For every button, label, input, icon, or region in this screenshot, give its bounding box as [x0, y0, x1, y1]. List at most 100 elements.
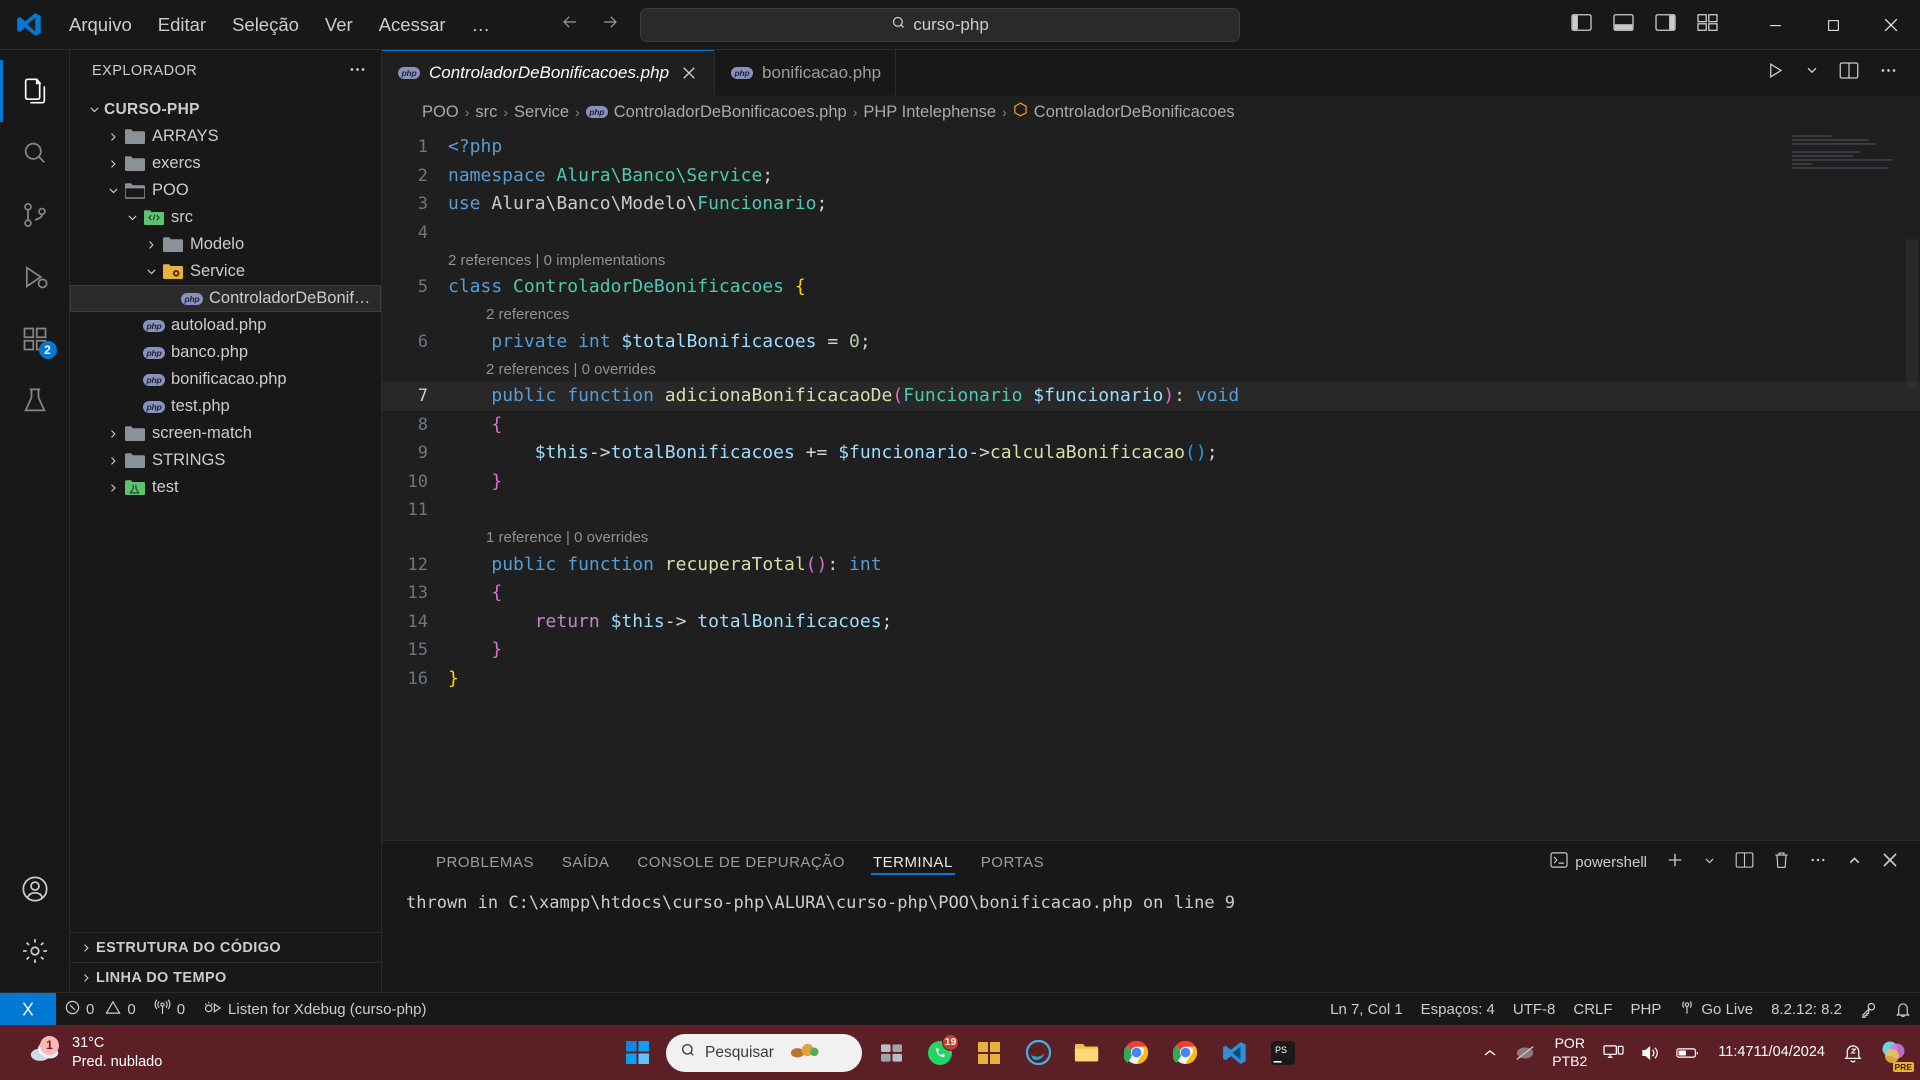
- add-terminal-icon[interactable]: [1666, 851, 1684, 873]
- tree-item-test[interactable]: test: [70, 474, 381, 501]
- maximize-button[interactable]: [1804, 0, 1862, 50]
- file-explorer-icon[interactable]: [1067, 1033, 1107, 1073]
- chevron-right-icon[interactable]: [103, 482, 123, 494]
- minimap[interactable]: [1792, 135, 1902, 183]
- panel-tab-portas[interactable]: PORTAS: [967, 841, 1058, 883]
- status-cursor-position[interactable]: Ln 7, Col 1: [1321, 993, 1412, 1026]
- code-line-11[interactable]: 11: [382, 496, 1920, 525]
- chevron-down-icon[interactable]: [141, 265, 161, 278]
- panel-tab-console-de-depuracao[interactable]: CONSOLE DE DEPURAÇÃO: [623, 841, 859, 883]
- vscode-taskbar-icon[interactable]: [1214, 1033, 1254, 1073]
- chrome-icon[interactable]: [1116, 1033, 1156, 1073]
- tree-item-autoload-php[interactable]: php autoload.php: [70, 312, 381, 339]
- tree-item-service[interactable]: Service: [70, 258, 381, 285]
- customize-layout-icon[interactable]: [1697, 13, 1718, 37]
- tree-root-curso-php[interactable]: CURSO-PHP: [70, 96, 381, 123]
- tree-item-poo[interactable]: POO: [70, 177, 381, 204]
- chevron-right-icon[interactable]: [103, 428, 123, 440]
- task-view-button[interactable]: [871, 1033, 911, 1073]
- status-ports[interactable]: 0: [145, 993, 194, 1026]
- breadcrumb-item-intelephense[interactable]: PHP Intelephense: [863, 103, 996, 122]
- tree-item-banco-php[interactable]: php banco.php: [70, 339, 381, 366]
- code-line-12[interactable]: 12 public function recuperaTotal(): int: [382, 551, 1920, 580]
- status-problems[interactable]: 0 0: [56, 993, 145, 1026]
- section-estrutura-do-codigo[interactable]: ESTRUTURA DO CÓDIGO: [70, 932, 381, 962]
- whatsapp-taskbar-icon[interactable]: 19: [920, 1033, 960, 1073]
- code-line-7[interactable]: 7 public function adicionaBonificacaoDe(…: [382, 382, 1920, 411]
- activity-item-extensions[interactable]: 2: [0, 308, 70, 370]
- command-search-bar[interactable]: curso-php: [640, 8, 1240, 42]
- phpstorm-icon[interactable]: PS: [1263, 1033, 1303, 1073]
- menu-acessar[interactable]: Acessar: [366, 9, 459, 41]
- code-lens[interactable]: 01 reference | 0 overrides: [382, 525, 1920, 551]
- breadcrumb-item-file[interactable]: ControladorDeBonificacoes.php: [614, 103, 847, 122]
- activity-item-search[interactable]: [0, 122, 70, 184]
- code-line-9[interactable]: 9 $this->totalBonificacoes += $funcionar…: [382, 439, 1920, 468]
- editor-tab-controladordebonificacoes[interactable]: php ControladorDeBonificacoes.php: [382, 50, 716, 95]
- activity-item-source-control[interactable]: [0, 184, 70, 246]
- chevron-right-icon[interactable]: [103, 131, 123, 143]
- menu-editar[interactable]: Editar: [145, 9, 219, 41]
- start-button[interactable]: [617, 1033, 657, 1073]
- tree-item-controladordebonif[interactable]: php ControladorDeBonif…: [70, 285, 381, 312]
- status-xdebug[interactable]: Listen for Xdebug (curso-php): [194, 993, 435, 1026]
- close-panel-icon[interactable]: [1882, 852, 1898, 872]
- code-line-8[interactable]: 8 {: [382, 411, 1920, 440]
- code-line-13[interactable]: 13 {: [382, 579, 1920, 608]
- breadcrumb-item-src[interactable]: src: [475, 103, 497, 122]
- menu-ver[interactable]: Ver: [312, 9, 366, 41]
- microsoft-store-icon[interactable]: [969, 1033, 1009, 1073]
- breadcrumb-item-service[interactable]: Service: [514, 103, 569, 122]
- more-actions-icon[interactable]: [1879, 61, 1898, 85]
- chevron-down-icon[interactable]: [103, 184, 123, 197]
- remote-window-icon[interactable]: [0, 992, 56, 1026]
- section-linha-do-tempo[interactable]: LINHA DO TEMPO: [70, 962, 381, 992]
- status-eol[interactable]: CRLF: [1564, 993, 1621, 1026]
- chevron-right-icon[interactable]: [103, 455, 123, 467]
- panel-tab-saida[interactable]: SAÍDA: [548, 841, 624, 883]
- taskbar-weather-widget[interactable]: 1 31°C Pred. nublado: [0, 1034, 162, 1072]
- kill-terminal-icon[interactable]: [1773, 851, 1790, 873]
- toggle-secondary-sidebar-icon[interactable]: [1655, 13, 1676, 37]
- code-line-15[interactable]: 15 }: [382, 636, 1920, 665]
- status-encoding[interactable]: UTF-8: [1504, 993, 1565, 1026]
- chevron-down-icon[interactable]: [1805, 63, 1819, 82]
- more-actions-icon[interactable]: [1809, 851, 1827, 873]
- chevron-up-icon[interactable]: [1474, 1025, 1506, 1080]
- bell-dnd-icon[interactable]: [1835, 1025, 1872, 1080]
- run-icon[interactable]: [1766, 61, 1785, 85]
- tree-item-bonificacao-php[interactable]: php bonificacao.php: [70, 366, 381, 393]
- code-editor[interactable]: 1 <?php 2 namespace Alura\Banco\Service; 3 us…: [382, 129, 1920, 840]
- status-indentation[interactable]: Espaços: 4: [1412, 993, 1504, 1026]
- edge-icon[interactable]: [1018, 1033, 1058, 1073]
- panel-tab-problemas[interactable]: PROBLEMAS: [422, 841, 548, 883]
- language-indicator[interactable]: POR PTB2: [1544, 1025, 1595, 1080]
- code-line-16[interactable]: 16}: [382, 665, 1920, 694]
- tree-item-exercs[interactable]: exercs: [70, 150, 381, 177]
- breadcrumb-item-poo[interactable]: POO: [422, 103, 459, 122]
- activity-item-run-and-debug[interactable]: [0, 246, 70, 308]
- code-line-14[interactable]: 14 return $this-> totalBonificacoes;: [382, 608, 1920, 637]
- status-php-version[interactable]: 8.2.12: 8.2: [1762, 993, 1851, 1026]
- panel-tab-terminal[interactable]: TERMINAL: [859, 841, 967, 883]
- menu-arquivo[interactable]: Arquivo: [56, 9, 145, 41]
- split-terminal-icon[interactable]: [1735, 851, 1754, 873]
- status-key-icon[interactable]: [1851, 993, 1886, 1026]
- activity-item-explorer[interactable]: [0, 60, 70, 122]
- close-icon[interactable]: [678, 62, 700, 84]
- code-lens[interactable]: 02 references | 0 implementations: [382, 247, 1920, 273]
- menu-more[interactable]: …: [459, 9, 504, 41]
- ellipsis-icon[interactable]: [348, 60, 367, 83]
- copilot-icon[interactable]: PRE: [1872, 1025, 1914, 1080]
- status-notifications-bell-icon[interactable]: [1886, 993, 1920, 1026]
- code-line-3[interactable]: 3 use Alura\Banco\Modelo\Funcionario;: [382, 190, 1920, 219]
- close-button[interactable]: [1862, 0, 1920, 50]
- breadcrumb-item-symbol[interactable]: ControladorDeBonificacoes: [1013, 102, 1235, 122]
- pen-icon[interactable]: [1506, 1025, 1544, 1080]
- tree-item-src[interactable]: src: [70, 204, 381, 231]
- toggle-panel-icon[interactable]: [1613, 13, 1634, 37]
- code-lens[interactable]: 02 references: [382, 302, 1920, 328]
- minimize-button[interactable]: [1746, 0, 1804, 50]
- code-lens[interactable]: 02 references | 0 overrides: [382, 356, 1920, 382]
- volume-icon[interactable]: [1632, 1025, 1668, 1080]
